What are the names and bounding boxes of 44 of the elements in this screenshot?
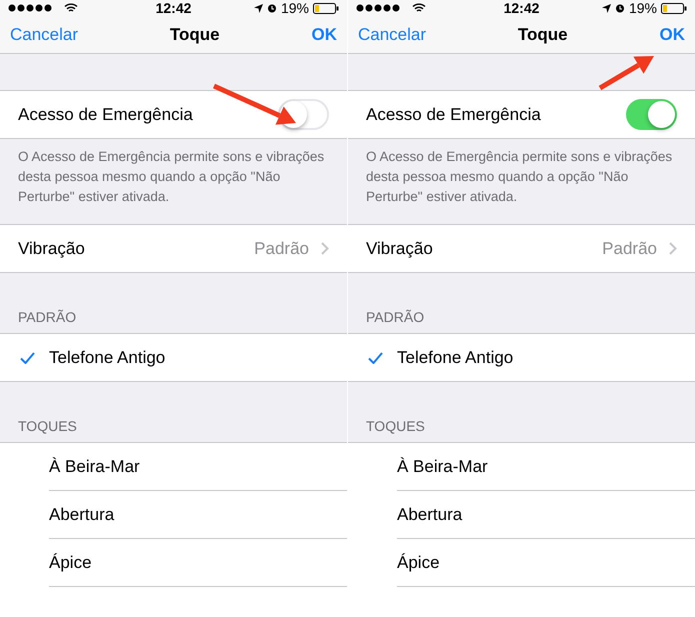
battery-icon xyxy=(312,2,339,14)
section-header: TOQUES xyxy=(365,417,426,436)
wifi-icon xyxy=(64,3,78,14)
arrow-drawing xyxy=(598,56,654,90)
section-header: PADRÃO xyxy=(17,308,78,327)
ringtone-item[interactable]: Ápice xyxy=(397,539,695,587)
signal-icon xyxy=(356,4,400,12)
alarm-icon xyxy=(266,3,277,14)
location-icon xyxy=(602,4,611,13)
ringtone-item[interactable]: À Beira-Mar xyxy=(397,443,695,491)
signal-icon xyxy=(8,4,52,12)
wifi-icon xyxy=(412,3,426,14)
ringtone-item[interactable]: À Beira-Mar xyxy=(49,443,347,491)
section-header: PADRÃO xyxy=(365,308,426,327)
ringtone-item[interactable]: Telefone Antigo xyxy=(348,334,695,382)
checkmark-icon xyxy=(368,352,383,364)
alarm-icon xyxy=(614,3,625,14)
chevron-icon xyxy=(669,242,677,255)
nav-title: Toque xyxy=(518,24,568,45)
status-time: 12:42 xyxy=(502,0,540,16)
ok-button[interactable]: OK xyxy=(312,24,337,45)
ringtone-item[interactable]: Abertura xyxy=(49,491,347,539)
ringtone-item[interactable]: Ápice xyxy=(49,539,347,587)
emergency-access-label: Acesso de Emergência xyxy=(366,104,542,124)
battery-percentage: 19% xyxy=(628,0,657,16)
status-time: 12:42 xyxy=(154,0,192,16)
vibration-row[interactable]: Vibração Padrão xyxy=(348,224,695,273)
footer-text: O Acesso de Emergência permite sons e vibrações desta pessoa mesmo quando a opção "Não Perturbe" estiver ativada. xyxy=(17,148,326,206)
cancel-button[interactable]: Cancelar xyxy=(10,24,78,45)
emergency-access-label: Acesso de Emergência xyxy=(18,104,194,124)
nav-title: Toque xyxy=(170,24,220,45)
battery-icon xyxy=(660,2,687,14)
chevron-icon xyxy=(321,242,329,255)
footer-text: O Acesso de Emergência permite sons e vibrações desta pessoa mesmo quando a opção "Não Perturbe" estiver ativada. xyxy=(365,148,674,206)
battery-percentage: 19% xyxy=(280,0,309,16)
location-icon xyxy=(254,4,263,13)
section-header: TOQUES xyxy=(17,417,78,436)
ringtone-item[interactable]: Telefone Antigo xyxy=(0,334,347,382)
ringtone-item[interactable]: Abertura xyxy=(397,491,695,539)
cancel-button[interactable]: Cancelar xyxy=(358,24,426,45)
ok-button[interactable]: OK xyxy=(660,24,685,45)
toggle-switch[interactable] xyxy=(626,99,677,130)
checkmark-icon xyxy=(20,352,35,364)
vibration-row[interactable]: Vibração Padrão xyxy=(0,224,347,273)
